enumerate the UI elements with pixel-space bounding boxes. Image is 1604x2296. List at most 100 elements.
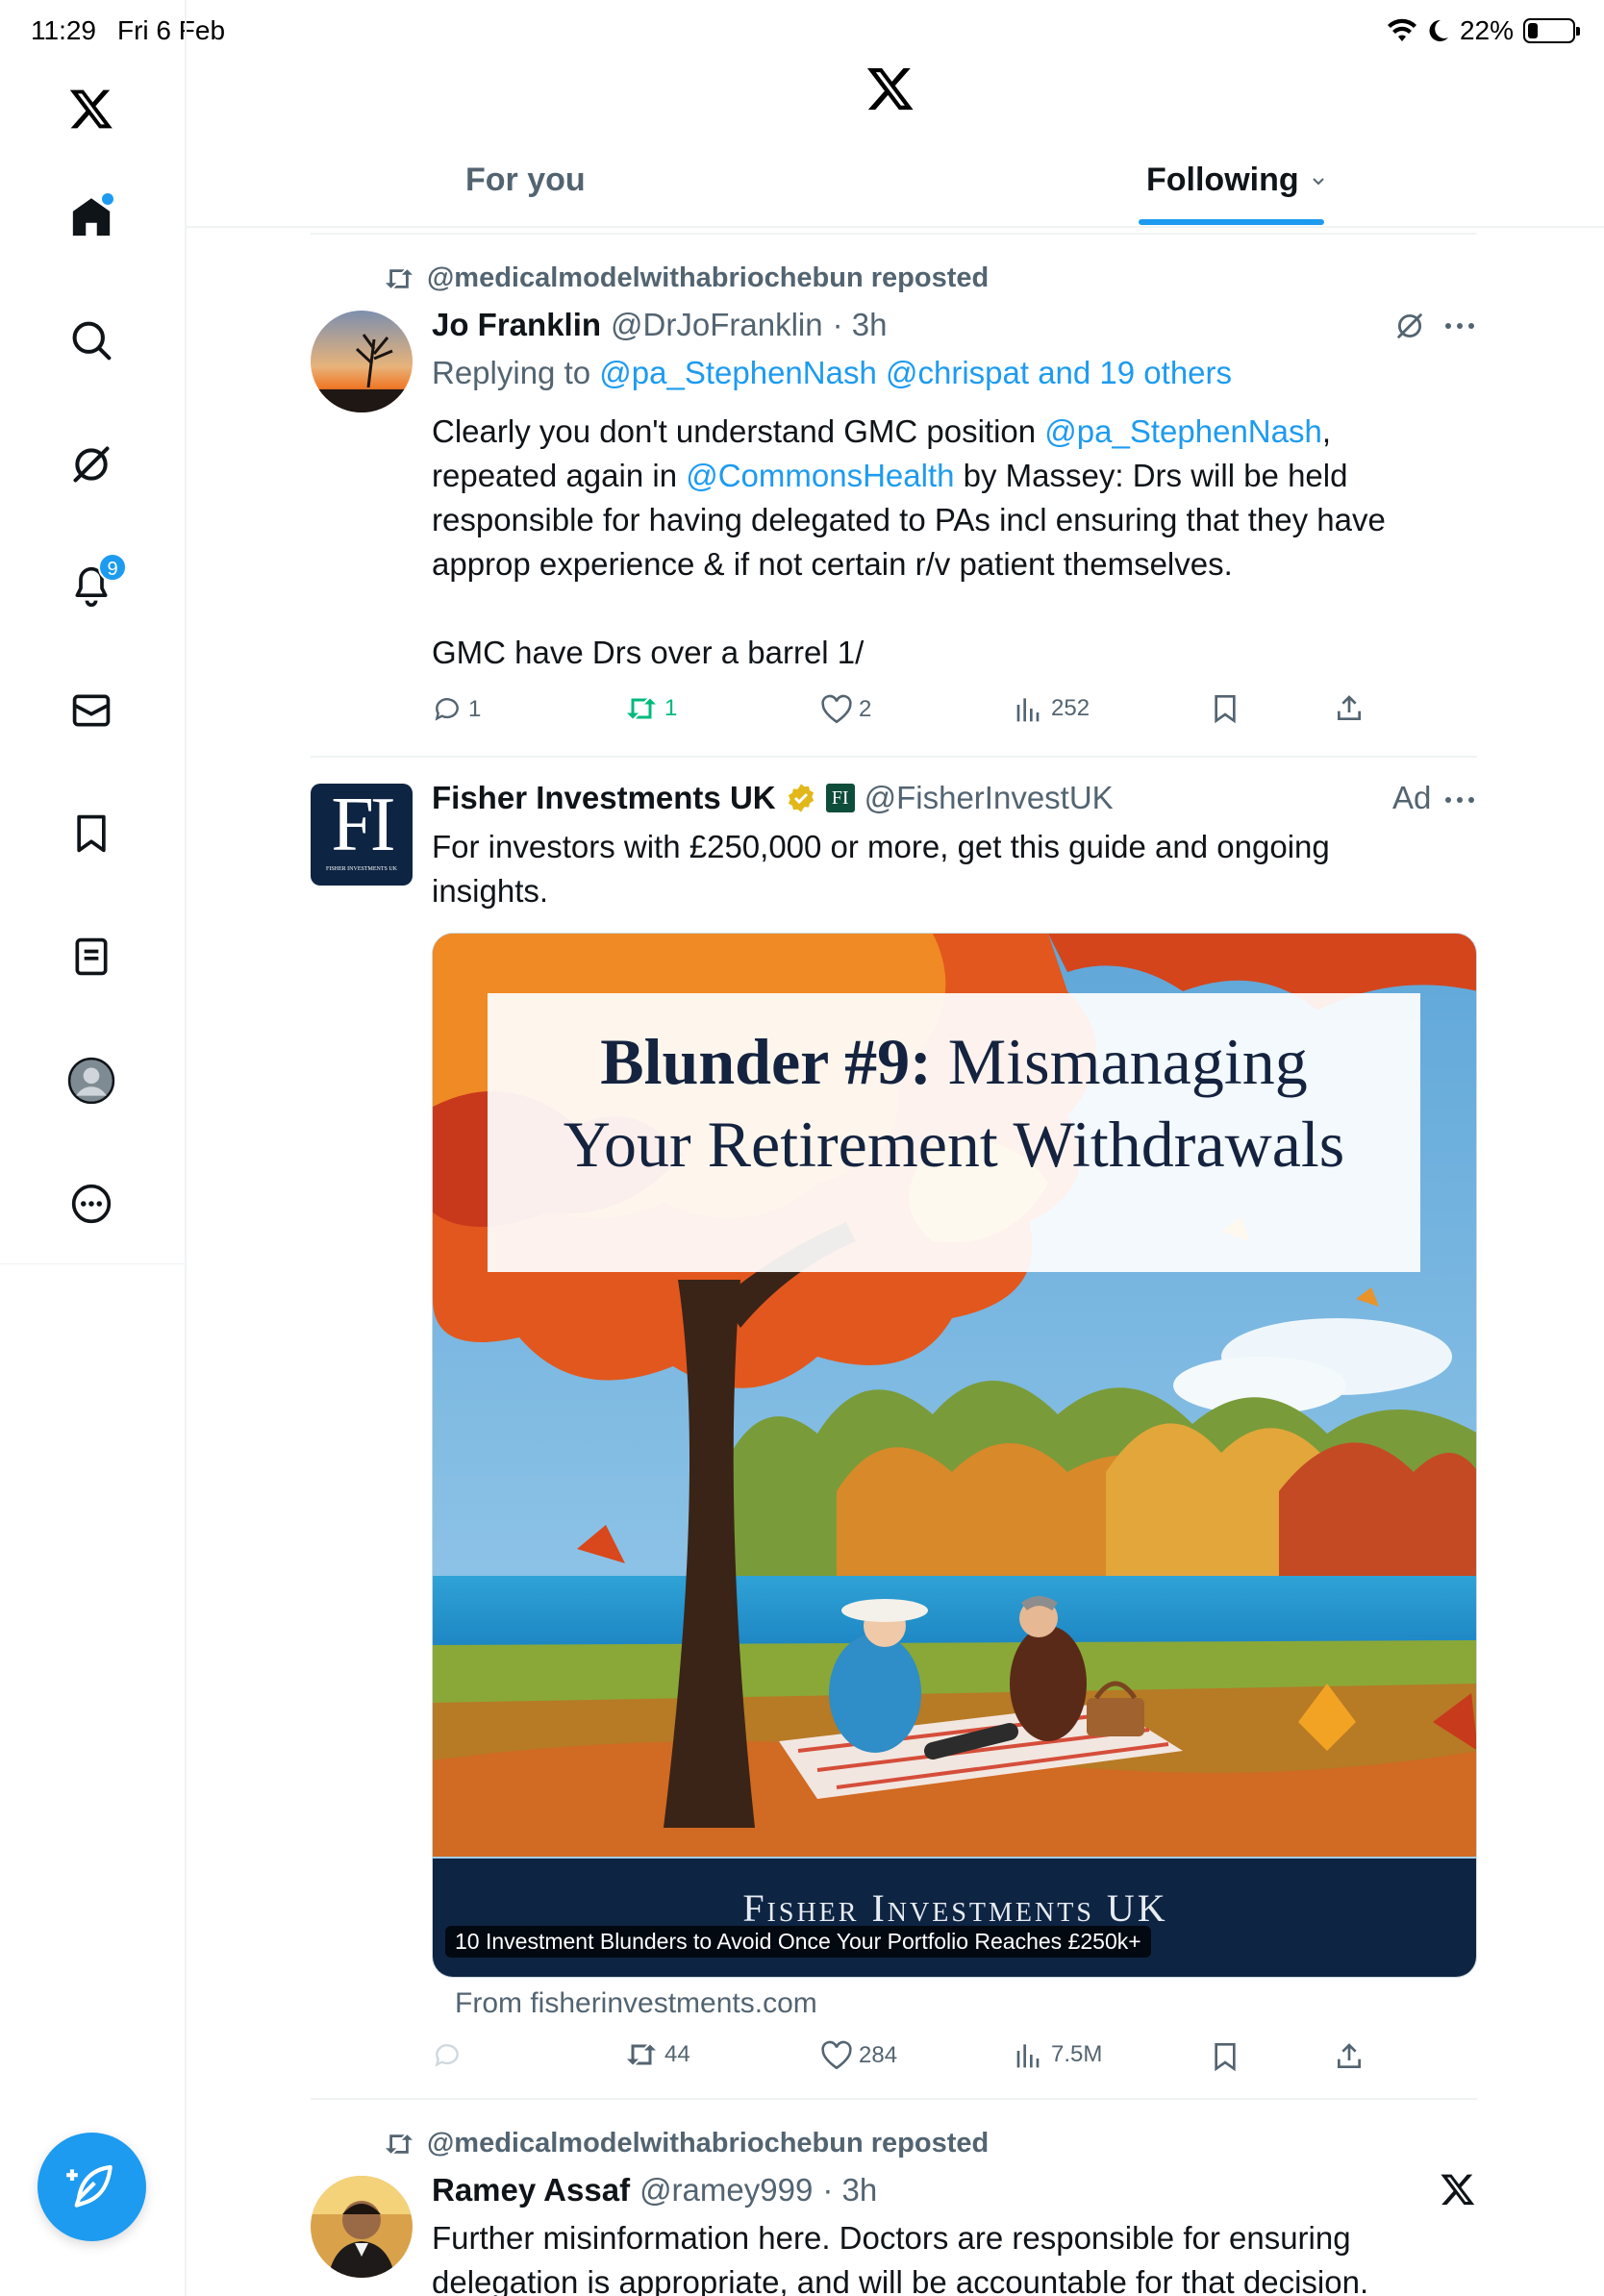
- share-button[interactable]: [1334, 692, 1365, 725]
- tab-for-you[interactable]: For you: [465, 162, 586, 199]
- moon-icon: [1429, 19, 1448, 41]
- profile-icon[interactable]: [60, 1049, 123, 1112]
- reply-icon: [435, 698, 459, 721]
- text: repeated again in: [432, 458, 687, 493]
- author-name[interactable]: Jo Franklin: [432, 307, 601, 343]
- avatar-logo-text: FI: [331, 784, 395, 867]
- ad-headline: Blunder #9: Mismanaging Your Retirement …: [488, 1020, 1420, 1185]
- ad-source-link[interactable]: From fisherinvestments.com: [455, 1987, 817, 2020]
- x-logo-icon[interactable]: [865, 63, 915, 118]
- post-body-line: repeated again in @CommonsHealth by Mass…: [432, 454, 1480, 498]
- share-button[interactable]: [1334, 2040, 1365, 2073]
- author-handle[interactable]: @FisherInvestUK: [865, 780, 1114, 816]
- ad-card-caption: 10 Investment Blunders to Avoid Once You…: [445, 1926, 1151, 1958]
- repost-indicator: @medicalmodelwithabriochebun reposted: [383, 262, 989, 294]
- status-indicators: 22%: [1387, 15, 1580, 46]
- repost-label: @medicalmodelwithabriochebun reposted: [427, 262, 990, 293]
- tab-following[interactable]: Following: [1146, 162, 1328, 199]
- grok-icon[interactable]: [60, 433, 123, 496]
- mention-link[interactable]: @CommonsHealth: [686, 458, 954, 493]
- repost-indicator: @medicalmodelwithabriochebun reposted: [383, 2128, 989, 2159]
- reply-count: 1: [468, 696, 482, 722]
- repost-button[interactable]: 44: [624, 2040, 690, 2069]
- share-icon: [1338, 695, 1361, 720]
- views-button[interactable]: 252: [1015, 694, 1090, 723]
- post-body: Clearly you don't understand GMC positio…: [432, 410, 1480, 675]
- like-button[interactable]: 2: [820, 694, 871, 725]
- bookmark-icon[interactable]: [60, 802, 123, 865]
- sidebar-divider: [185, 0, 187, 2296]
- verified-gold-badge-icon: [788, 784, 814, 812]
- views-button[interactable]: 7.5M: [1015, 2040, 1102, 2069]
- x-logo-icon[interactable]: [1440, 2171, 1476, 2212]
- author-name[interactable]: Fisher Investments UK: [432, 780, 776, 816]
- replying-to: Replying to @pa_StephenNash @chrispat an…: [432, 355, 1232, 391]
- more-options-icon[interactable]: [1442, 784, 1477, 821]
- repost-button[interactable]: 1: [624, 694, 677, 723]
- share-icon: [1338, 2043, 1361, 2068]
- ad-label: Ad: [1392, 780, 1432, 815]
- author-handle[interactable]: @DrJoFranklin: [611, 307, 823, 343]
- home-unread-dot: [102, 193, 113, 205]
- post-body-line: responsible for having delegated to PAs …: [432, 502, 1386, 537]
- post-body-line: delegation is appropriate, and will be a…: [432, 2264, 1369, 2296]
- search-icon[interactable]: [60, 309, 123, 372]
- mail-icon[interactable]: [60, 679, 123, 742]
- home-icon[interactable]: [60, 186, 123, 249]
- bookmark-button[interactable]: [1210, 2040, 1241, 2073]
- more-options-icon[interactable]: [1442, 310, 1477, 347]
- notification-badge: 9: [98, 553, 127, 582]
- bookmark-icon: [1215, 2043, 1236, 2072]
- views-icon: [1016, 2044, 1040, 2068]
- ad-image-card[interactable]: Blunder #9: Mismanaging Your Retirement …: [432, 933, 1477, 1978]
- post-author: Fisher Investments UK FI @FisherInvestUK: [432, 780, 1114, 816]
- compose-post-button[interactable]: [38, 2133, 146, 2241]
- mention-link[interactable]: @pa_StephenNash: [1044, 413, 1322, 449]
- like-count: 2: [859, 696, 872, 722]
- post-author: Ramey Assaf @ramey999 · 3h: [432, 2172, 877, 2209]
- repost-icon: [627, 698, 656, 719]
- notifications-bell-icon[interactable]: 9: [60, 553, 127, 618]
- tab-active-indicator: [1139, 219, 1324, 225]
- replying-to-users[interactable]: @pa_StephenNash @chrispat and 19 others: [599, 355, 1232, 390]
- post-body-line: Further misinformation here. Doctors are…: [432, 2220, 1351, 2256]
- wifi-icon: [1387, 18, 1416, 41]
- post-author: Jo Franklin @DrJoFranklin · 3h: [432, 307, 887, 343]
- views-icon: [1016, 698, 1040, 722]
- author-handle[interactable]: @ramey999: [639, 2172, 813, 2209]
- view-count: 252: [1051, 695, 1090, 721]
- post-divider: [311, 756, 1477, 758]
- post-time: · 3h: [832, 307, 888, 342]
- post-body: For investors with £250,000 or more, get…: [432, 825, 1480, 913]
- lists-icon[interactable]: [60, 925, 123, 988]
- repost-count: 1: [664, 695, 678, 721]
- avatar[interactable]: [311, 311, 413, 412]
- text: Clearly you don't understand GMC positio…: [432, 413, 1045, 449]
- repost-count: 44: [664, 2041, 690, 2067]
- avatar-logo-subtext: Fisher Investments UK: [325, 866, 397, 872]
- avatar[interactable]: FI Fisher Investments UK: [311, 784, 413, 886]
- ad-brand-text: Fisher Investments UK: [742, 1886, 1168, 1930]
- ad-headline-rest: Mismanaging: [931, 1025, 1308, 1098]
- ad-headline-bold: Blunder #9:: [600, 1025, 932, 1098]
- reply-button[interactable]: 1: [432, 694, 481, 725]
- avatar[interactable]: [311, 2176, 413, 2278]
- like-button[interactable]: 284: [820, 2040, 897, 2071]
- more-icon[interactable]: [60, 1172, 123, 1235]
- x-logo-icon[interactable]: [60, 77, 123, 140]
- repost-icon: [386, 2134, 413, 2154]
- battery-icon: [1523, 18, 1580, 43]
- reply-button[interactable]: [432, 2040, 463, 2071]
- post-body-line: For investors with £250,000 or more, get…: [432, 829, 1330, 864]
- grok-icon[interactable]: [1393, 310, 1426, 347]
- author-name[interactable]: Ramey Assaf: [432, 2172, 630, 2209]
- replying-prefix: Replying to: [432, 355, 591, 390]
- repost-icon: [627, 2044, 656, 2065]
- view-count: 7.5M: [1051, 2041, 1103, 2067]
- reply-icon: [435, 2044, 459, 2067]
- post-body: Further misinformation here. Doctors are…: [432, 2216, 1509, 2296]
- chevron-down-icon: [1312, 177, 1324, 185]
- bookmark-icon: [1215, 695, 1236, 724]
- bookmark-button[interactable]: [1210, 692, 1241, 725]
